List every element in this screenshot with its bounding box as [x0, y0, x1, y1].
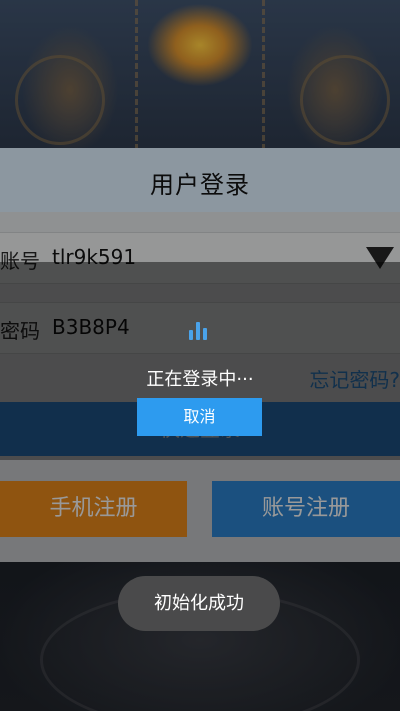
account-register-button[interactable]: 账号注册: [212, 481, 400, 537]
account-label: 账号: [0, 249, 40, 273]
login-dialog-header: 用户登录: [0, 148, 400, 212]
loading-message: 正在登录中···: [146, 369, 254, 390]
password-label: 密码: [0, 319, 40, 343]
phone-register-button[interactable]: 手机注册: [0, 481, 187, 537]
background-gear-right: [300, 55, 390, 145]
password-input[interactable]: B3B8P4: [52, 315, 130, 339]
login-dialog-title: 用户登录: [150, 171, 250, 199]
login-dialog: 用户登录 账号 tlr9k591 密码 B3B8P4 忘记密码? 快速登录 手机…: [0, 148, 400, 562]
background-chain-right: [262, 0, 272, 150]
account-input[interactable]: tlr9k591: [52, 245, 136, 269]
cancel-button[interactable]: 取消: [137, 398, 262, 436]
account-field[interactable]: 账号 tlr9k591: [0, 232, 400, 284]
toast-message: 初始化成功: [118, 576, 280, 631]
loading-bars-icon: [189, 322, 213, 340]
background-chain-left: [135, 0, 145, 150]
background-gear-left: [15, 55, 105, 145]
dropdown-triangle-icon[interactable]: [366, 247, 394, 269]
